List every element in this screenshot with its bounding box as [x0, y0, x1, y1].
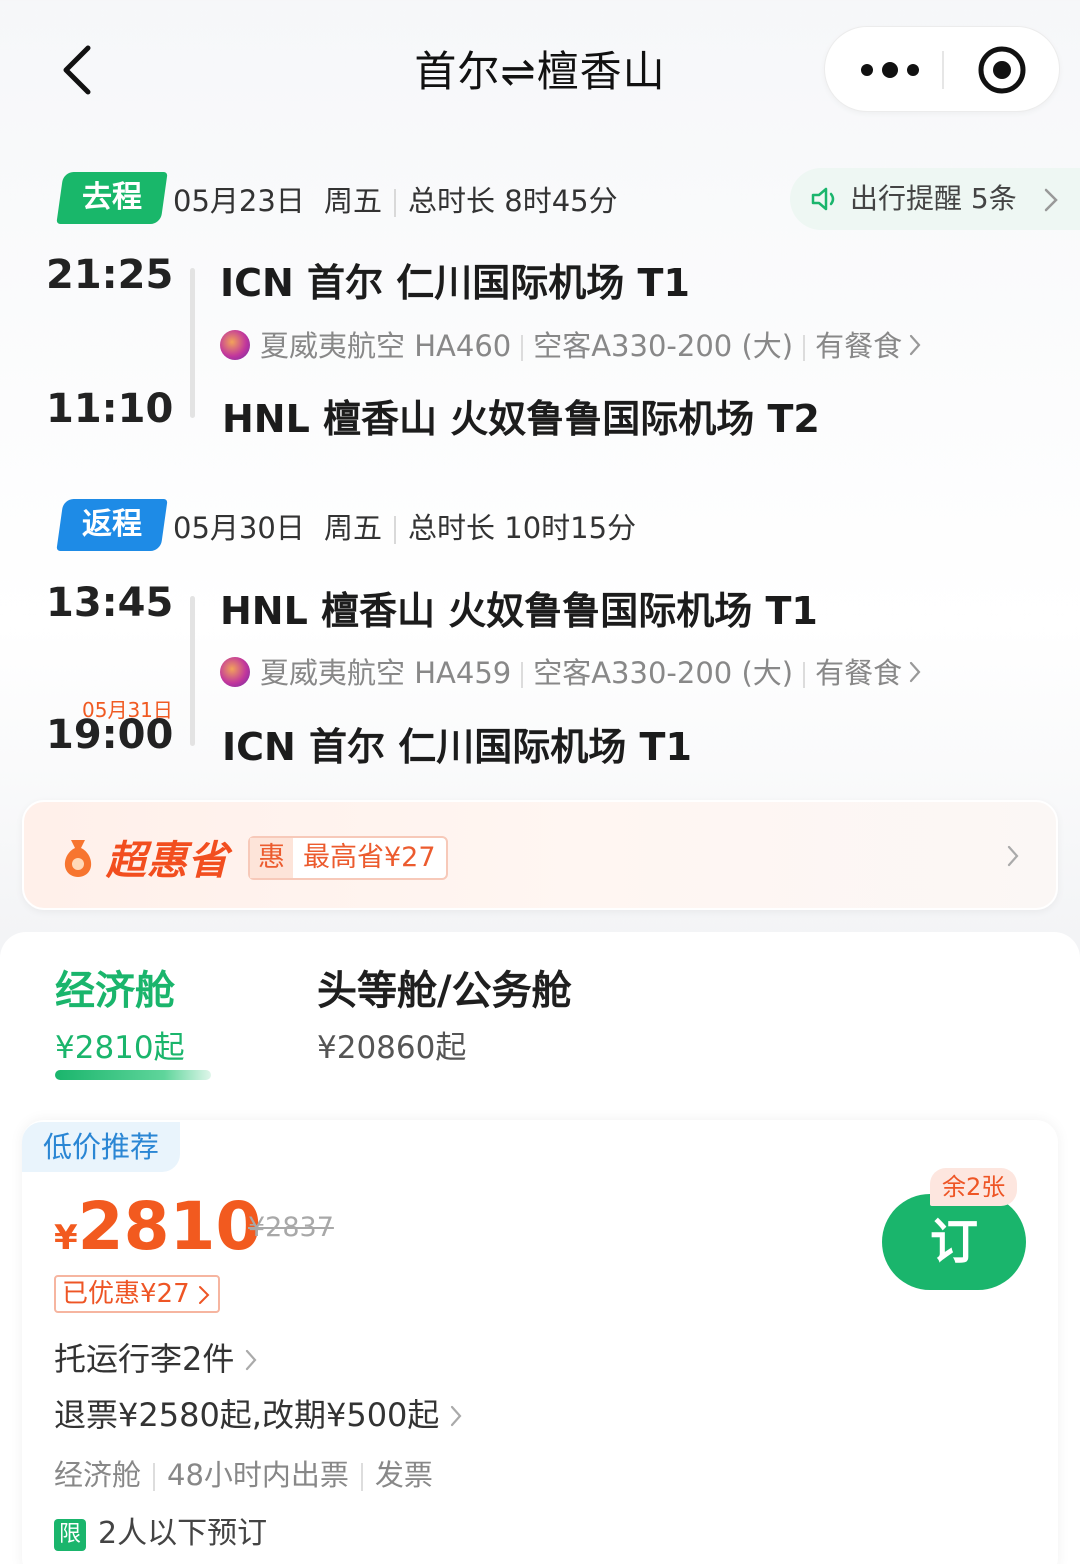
- outbound-depart-airport: ICN 首尔 仁川国际机场 T1: [220, 261, 690, 305]
- recommend-tag: 低价推荐: [22, 1122, 180, 1172]
- baggage-info[interactable]: 托运行李2件: [54, 1334, 258, 1380]
- hawaiian-airlines-logo-icon: [220, 330, 250, 360]
- baggage-text: 托运行李2件: [54, 1340, 235, 1378]
- mini-program-capsule: [824, 26, 1060, 112]
- return-duration: 总时长 10时15分: [408, 511, 637, 545]
- chevron-right-icon: [1044, 188, 1058, 212]
- outbound-aircraft: 空客A330-200 (大): [533, 329, 794, 363]
- outbound-weekday: 周五: [324, 184, 383, 218]
- limit-text: 2人以下预订: [98, 1516, 268, 1551]
- more-dots-icon: [861, 62, 919, 78]
- outbound-airline: 夏威夷航空 HA460: [260, 329, 512, 363]
- return-depart-airport: HNL 檀香山 火奴鲁鲁国际机场 T1: [220, 589, 818, 633]
- return-summary: 05月30日 周五 总时长 10时15分: [173, 505, 636, 547]
- original-price: ¥2837: [248, 1212, 334, 1243]
- cabin-name: 经济舱: [55, 968, 175, 1014]
- meta-ticketing: 48小时内出票: [167, 1458, 349, 1492]
- outbound-timeline: [190, 268, 195, 418]
- outbound-depart-time: 21:25: [46, 252, 174, 298]
- booking-limit: 限 2人以下预订: [54, 1508, 267, 1552]
- outbound-arrive-time: 11:10: [46, 386, 174, 432]
- offer-meta: 经济舱 48小时内出票 发票: [54, 1452, 433, 1494]
- meta-cabin: 经济舱: [54, 1458, 142, 1492]
- remaining-seats-badge: 余2张: [930, 1168, 1018, 1206]
- cabin-name: 头等舱/公务舱: [317, 968, 572, 1014]
- outbound-duration: 总时长 8时45分: [408, 184, 618, 218]
- return-depart-time: 13:45: [46, 580, 174, 626]
- return-meal: 有餐食: [815, 656, 903, 690]
- tab-first-business[interactable]: 头等舱/公务舱 ¥20860起: [317, 958, 572, 1067]
- chevron-right-icon: [909, 661, 921, 683]
- book-button[interactable]: 订: [882, 1194, 1026, 1290]
- return-date: 05月30日: [173, 511, 305, 545]
- return-flight-detail[interactable]: 夏威夷航空 HA459 空客A330-200 (大) 有餐食: [220, 650, 922, 692]
- refund-text: 退票¥2580起,改期¥500起: [54, 1396, 440, 1434]
- return-arrive-time: 19:00: [46, 712, 174, 758]
- travel-reminder-button[interactable]: 出行提醒 5条: [790, 168, 1080, 230]
- outbound-flight-detail[interactable]: 夏威夷航空 HA460 空客A330-200 (大) 有餐食: [220, 323, 922, 365]
- outbound-tag: 去程: [56, 172, 168, 224]
- return-airline: 夏威夷航空 HA459: [260, 656, 512, 690]
- price-value: 2810: [77, 1188, 262, 1265]
- return-arrive-airport: ICN 首尔 仁川国际机场 T1: [222, 725, 692, 769]
- close-button[interactable]: [975, 43, 1029, 97]
- capsule-divider: [942, 51, 944, 89]
- return-weekday: 周五: [324, 511, 383, 545]
- active-tab-indicator: [55, 1070, 211, 1080]
- offer-price: ¥2810: [54, 1188, 261, 1265]
- outbound-date: 05月23日: [173, 184, 305, 218]
- chevron-right-icon: [909, 334, 921, 356]
- more-button[interactable]: [855, 47, 925, 93]
- chevron-right-icon: [246, 1349, 257, 1371]
- discount-text: 已优惠¥27: [62, 1279, 190, 1309]
- chevron-right-icon: [1007, 845, 1019, 867]
- cabin-price: ¥20860起: [317, 1030, 467, 1066]
- currency-symbol: ¥: [54, 1218, 78, 1258]
- promo-badge: 惠最高省¥27: [248, 836, 448, 880]
- return-tag: 返程: [56, 499, 168, 551]
- target-close-icon: [978, 46, 1026, 94]
- refund-change-info[interactable]: 退票¥2580起,改期¥500起: [54, 1390, 463, 1436]
- return-aircraft: 空客A330-200 (大): [533, 656, 794, 690]
- tab-economy[interactable]: 经济舱 ¥2810起: [55, 958, 185, 1067]
- promo-banner[interactable]: 超惠省 惠最高省¥27: [22, 800, 1058, 910]
- cabin-price: ¥2810起: [55, 1030, 185, 1066]
- promo-badge-text: 最高省¥27: [303, 842, 436, 873]
- limit-badge: 限: [54, 1519, 86, 1551]
- return-timeline: [190, 596, 195, 746]
- chevron-right-icon: [198, 1286, 210, 1304]
- meta-invoice: 发票: [374, 1458, 433, 1492]
- discount-badge[interactable]: 已优惠¥27: [54, 1275, 220, 1313]
- outbound-meal: 有餐食: [815, 329, 903, 363]
- money-bag-icon: [64, 840, 92, 877]
- promo-badge-prefix: 惠: [250, 838, 293, 878]
- reminder-label: 出行提醒 5条: [850, 182, 1017, 215]
- outbound-arrive-airport: HNL 檀香山 火奴鲁鲁国际机场 T2: [222, 397, 820, 441]
- outbound-summary: 05月23日 周五 总时长 8时45分: [173, 178, 618, 220]
- promo-brand: 超惠省: [106, 838, 229, 884]
- nav-bar: 首尔⇌檀香山: [0, 0, 1080, 140]
- speaker-icon: [811, 187, 835, 211]
- chevron-right-icon: [451, 1405, 462, 1427]
- hawaiian-airlines-logo-icon: [220, 657, 250, 687]
